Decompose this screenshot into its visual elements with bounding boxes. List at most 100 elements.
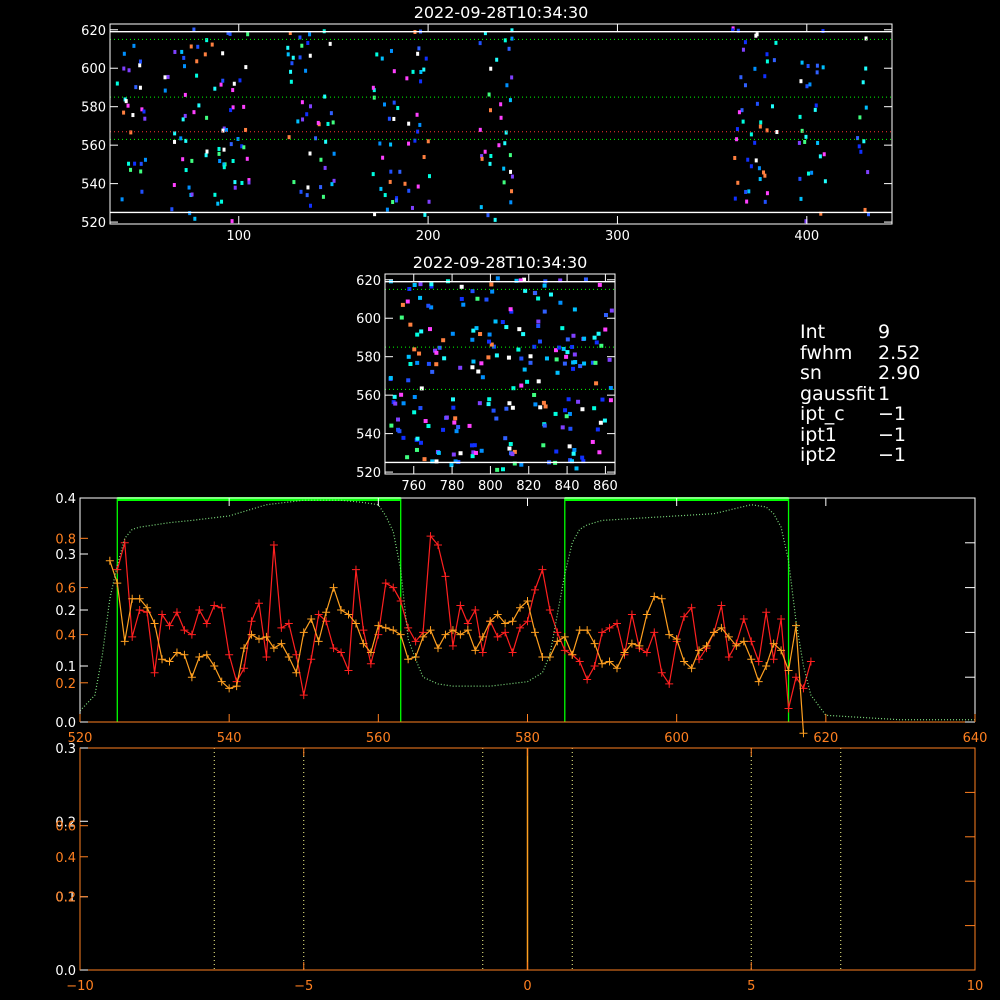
heatmap-pixel bbox=[221, 51, 225, 56]
data-point-marker bbox=[255, 599, 263, 608]
heatmap-pixel bbox=[866, 170, 870, 175]
heatmap-pixel bbox=[205, 38, 209, 43]
heatmap-pixel bbox=[396, 417, 401, 422]
heatmap-pixel bbox=[818, 154, 822, 159]
heatmap-pixel bbox=[495, 57, 499, 62]
heatmap-pixel bbox=[775, 130, 779, 135]
left-tick-label-orange: 0.4 bbox=[55, 851, 76, 866]
heatmap-pixel bbox=[822, 152, 826, 157]
heatmap-pixel bbox=[289, 69, 293, 74]
heatmap-pixel bbox=[418, 122, 422, 127]
data-point-marker bbox=[471, 606, 480, 614]
data-point-marker bbox=[575, 626, 584, 635]
data-point-marker bbox=[665, 679, 674, 688]
heatmap-pixel bbox=[216, 201, 220, 206]
heatmap-pixel bbox=[434, 350, 439, 355]
heatmap-pixel bbox=[603, 313, 608, 318]
heatmap-pixel bbox=[528, 360, 533, 365]
heatmap-pixel bbox=[242, 104, 246, 109]
heatmap-pixel bbox=[747, 189, 751, 194]
heatmap-pixel bbox=[300, 100, 304, 105]
heatmap-pixel bbox=[533, 290, 538, 295]
data-point-marker bbox=[277, 639, 286, 648]
heatmap-pixel bbox=[754, 158, 758, 163]
heatmap-pixel bbox=[220, 199, 224, 204]
info-key: ipt_c bbox=[800, 403, 845, 425]
heatmap-pixel bbox=[238, 78, 242, 83]
heatmap-pixel bbox=[863, 207, 867, 212]
heatmap-pixel bbox=[507, 446, 512, 451]
heatmap-pixel bbox=[405, 455, 410, 460]
heatmap-pixel bbox=[471, 359, 476, 364]
data-point-marker bbox=[441, 572, 450, 581]
heatmap-pixel bbox=[553, 411, 558, 416]
heatmap-pixel bbox=[379, 186, 383, 191]
left-tick-label-orange: 0.6 bbox=[55, 820, 76, 835]
heatmap-pixel bbox=[479, 361, 484, 366]
heatmap-pixel bbox=[407, 141, 411, 146]
heatmap-pixel bbox=[139, 169, 143, 174]
heatmap-pixel bbox=[308, 53, 312, 58]
heatmap-pixel bbox=[193, 216, 197, 221]
heatmap-pixel bbox=[394, 198, 398, 203]
heatmap-pixel bbox=[565, 350, 570, 355]
heatmap-pixel bbox=[541, 400, 546, 405]
heatmap-pixel bbox=[500, 320, 505, 325]
data-point-marker bbox=[172, 608, 181, 617]
heatmap-pixel bbox=[203, 52, 207, 57]
heatmap-pixel bbox=[595, 427, 600, 432]
heatmap-pixel bbox=[602, 418, 607, 423]
heatmap-pixel bbox=[502, 166, 506, 171]
data-point-marker bbox=[329, 644, 338, 653]
heatmap-pixel bbox=[138, 59, 142, 64]
heatmap-pixel bbox=[126, 103, 130, 108]
data-point-marker bbox=[351, 565, 360, 574]
heatmap-pixel bbox=[749, 164, 753, 169]
heatmap-pixel bbox=[389, 48, 393, 53]
heatmap-pixel bbox=[286, 45, 290, 50]
heatmap-pixel bbox=[487, 339, 492, 344]
heatmap-pixel bbox=[479, 205, 483, 210]
data-point-marker bbox=[769, 655, 778, 664]
data-point-marker bbox=[299, 691, 308, 700]
heatmap-pixel bbox=[749, 132, 753, 137]
top-heatmap-y-tick-label: 540 bbox=[81, 178, 106, 193]
heatmap-pixel bbox=[510, 189, 514, 194]
heatmap-pixel bbox=[332, 151, 336, 156]
heatmap-pixel bbox=[459, 284, 464, 289]
heatmap-pixel bbox=[418, 406, 423, 411]
heatmap-pixel bbox=[507, 46, 511, 51]
heatmap-pixel bbox=[758, 124, 762, 129]
heatmap-pixel bbox=[304, 68, 308, 73]
info-value: 2.90 bbox=[878, 362, 921, 384]
data-point-marker bbox=[553, 628, 562, 637]
data-point-marker bbox=[359, 626, 368, 635]
heatmap-pixel bbox=[499, 115, 503, 120]
heatmap-pixel bbox=[424, 56, 428, 61]
heatmap-pixel bbox=[418, 282, 423, 287]
heatmap-pixel bbox=[495, 467, 500, 472]
heatmap-pixel bbox=[412, 410, 417, 415]
heatmap-pixel bbox=[423, 212, 427, 217]
heatmap-pixel bbox=[770, 104, 774, 109]
heatmap-pixel bbox=[415, 436, 420, 441]
heatmap-pixel bbox=[746, 157, 750, 162]
heatmap-pixel bbox=[753, 66, 757, 71]
heatmap-pixel bbox=[765, 52, 769, 57]
heatmap-pixel bbox=[172, 183, 176, 188]
heatmap-pixel bbox=[399, 315, 404, 320]
info-value: 2.52 bbox=[878, 341, 921, 364]
heatmap-pixel bbox=[461, 302, 466, 307]
heatmap-pixel bbox=[230, 219, 234, 224]
heatmap-pixel bbox=[483, 149, 487, 154]
heatmap-pixel bbox=[371, 172, 375, 177]
line-panel-1-frame bbox=[79, 497, 976, 722]
data-point-marker bbox=[217, 603, 226, 612]
heatmap-pixel bbox=[556, 345, 561, 350]
heatmap-pixel bbox=[213, 86, 217, 91]
data-point-marker bbox=[538, 565, 547, 574]
heatmap-pixel bbox=[543, 404, 548, 409]
heatmap-pixel bbox=[504, 325, 509, 330]
heatmap-pixel bbox=[566, 397, 571, 402]
heatmap-pixel bbox=[558, 300, 563, 305]
